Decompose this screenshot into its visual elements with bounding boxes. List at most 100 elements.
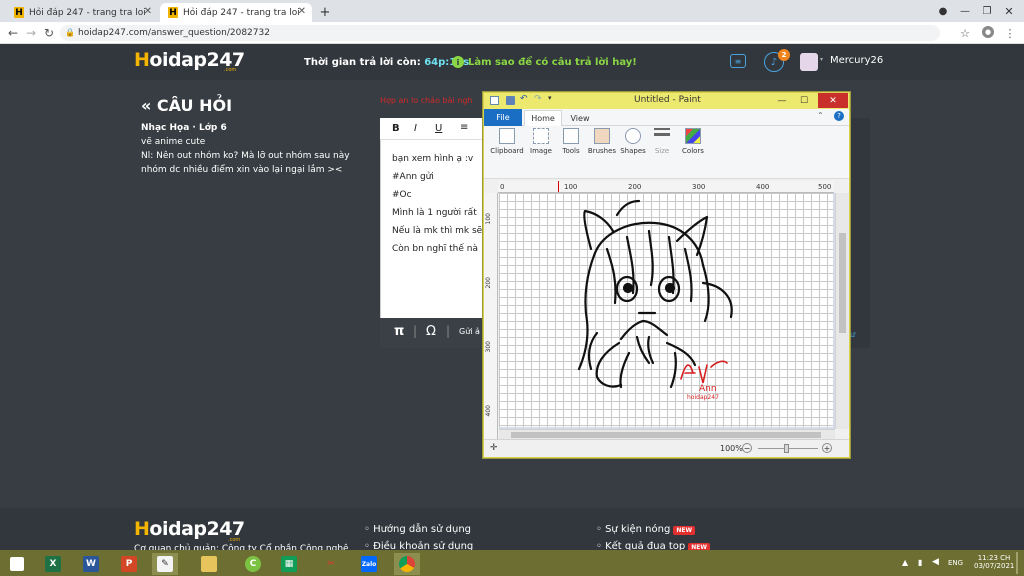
horizontal-scrollbar-thumb[interactable]: [511, 432, 821, 438]
user-avatar[interactable]: [800, 53, 818, 71]
paint-ribbon: Clipboard Image Tools Brushes Shapes Siz…: [484, 126, 849, 179]
keyboard-language[interactable]: ENG: [948, 559, 963, 567]
paint-icon: ✎: [157, 556, 173, 572]
new-tab-button[interactable]: +: [316, 4, 334, 20]
send-answer-label[interactable]: Gửi ả: [459, 327, 480, 336]
save-icon[interactable]: [506, 96, 515, 105]
paint-home-tab[interactable]: Home: [524, 110, 562, 126]
ribbon-group-size[interactable]: Size: [648, 128, 676, 176]
taskbar-excel[interactable]: X: [40, 553, 66, 575]
taskbar-file-explorer[interactable]: [196, 553, 222, 575]
paint-view-tab[interactable]: View: [562, 110, 598, 126]
clock-time: 11:23 CH: [977, 554, 1011, 562]
footer-link-events[interactable]: ◦ Sự kiện nóng NEW: [596, 524, 696, 535]
taskbar-snipping[interactable]: ✂: [318, 553, 344, 575]
info-icon: i: [452, 56, 464, 68]
bold-button[interactable]: B: [392, 123, 400, 134]
drawing-signature: Ann: [699, 384, 717, 394]
shapes-icon: [625, 128, 641, 144]
restore-window-icon[interactable]: ❐: [980, 3, 994, 19]
browser-tab[interactable]: H Hỏi đáp 247 - trang tra loi ✕: [6, 3, 158, 22]
show-desktop-button[interactable]: [1016, 552, 1018, 574]
account-circle-icon[interactable]: ●: [936, 4, 950, 18]
paint-canvas[interactable]: Ann hoidap247: [499, 193, 833, 427]
menu-kebab-icon[interactable]: ⋮: [1004, 25, 1016, 41]
ribbon-group-clipboard[interactable]: Clipboard: [488, 128, 526, 176]
username[interactable]: Mercury26: [830, 55, 883, 66]
anime-girl-drawing: Ann hoidap247: [577, 199, 733, 401]
chat-icon[interactable]: ≡: [730, 54, 746, 68]
taskbar-word[interactable]: W: [78, 553, 104, 575]
editor-content[interactable]: bạn xem hình ạ :v #Ann gửi #Oc Mình là 1…: [392, 150, 488, 258]
taskbar-app[interactable]: C: [240, 553, 266, 575]
ribbon-group-image[interactable]: Image: [526, 128, 556, 176]
taskbar-clock[interactable]: 11:23 CH 03/07/2021: [974, 554, 1014, 570]
undo-icon[interactable]: ↶: [520, 94, 528, 104]
taskbar-chrome[interactable]: [394, 553, 420, 575]
url-field[interactable]: 🔒 hoidap247.com/answer_question/2082732: [60, 25, 940, 41]
paint-maximize-icon[interactable]: ☐: [794, 94, 814, 107]
quick-access-chevron-icon[interactable]: ▾: [548, 94, 552, 102]
ruler-mark: 300: [485, 341, 492, 353]
clock-date: 03/07/2021: [974, 562, 1015, 570]
ribbon-group-colors[interactable]: Colors: [678, 128, 708, 176]
ribbon-collapse-icon[interactable]: ⌃: [817, 111, 824, 120]
chevron-down-icon[interactable]: ▾: [820, 56, 823, 63]
editor-line: Còn bn nghĩ thế nà: [392, 244, 478, 254]
separator: |: [446, 324, 451, 338]
taskbar-zalo[interactable]: Zalo: [356, 553, 382, 575]
ruler-mark: 100: [564, 183, 578, 191]
forward-arrow-icon[interactable]: →: [24, 25, 38, 41]
address-bar: ← → ↻ 🔒 hoidap247.com/answer_question/20…: [0, 22, 1024, 44]
zoom-out-icon[interactable]: −: [742, 443, 752, 453]
site-favicon: H: [14, 7, 24, 18]
ribbon-group-shapes[interactable]: Shapes: [618, 128, 648, 176]
bookmark-star-icon[interactable]: ☆: [958, 25, 972, 41]
taskbar-paint[interactable]: ✎: [152, 553, 178, 575]
pi-symbol-button[interactable]: π: [394, 324, 404, 339]
site-logo-suffix: .com: [224, 67, 237, 73]
help-link-fragment[interactable]: ư: [850, 330, 855, 339]
zoom-in-icon[interactable]: +: [822, 443, 832, 453]
answer-tip-link[interactable]: i Làm sao để có câu trả lời hay!: [452, 56, 637, 68]
ribbon-group-brushes[interactable]: Brushes: [586, 128, 618, 176]
close-tab-icon[interactable]: ✕: [144, 6, 152, 17]
italic-button[interactable]: I: [414, 123, 417, 134]
footer-link-guide[interactable]: ◦ Hướng dẫn sử dụng: [364, 524, 471, 535]
ruler-mark: 100: [485, 213, 492, 225]
profile-icon[interactable]: ●: [982, 26, 994, 38]
zalo-icon: Zalo: [361, 556, 377, 572]
zoom-slider-handle[interactable]: [784, 444, 789, 453]
question-subject: Nhạc Họa · Lớp 6: [141, 123, 227, 133]
minimize-window-icon[interactable]: —: [958, 3, 972, 19]
taskbar-powerpoint[interactable]: P: [116, 553, 142, 575]
close-tab-icon[interactable]: ✕: [298, 6, 306, 17]
browser-tab-active[interactable]: H Hỏi đáp 247 - trang tra loi ✕: [160, 3, 312, 22]
volume-icon[interactable]: ◀: [932, 557, 939, 567]
network-icon[interactable]: ▮: [918, 558, 922, 567]
taskbar-store[interactable]: ▦: [276, 553, 302, 575]
paint-canvas-area: Ann hoidap247: [499, 193, 835, 429]
underline-button[interactable]: U: [435, 123, 442, 134]
reload-icon[interactable]: ↻: [42, 25, 56, 41]
tray-up-arrow-icon[interactable]: ▲: [902, 558, 908, 567]
redo-icon[interactable]: ↷: [534, 94, 542, 104]
start-button[interactable]: [4, 553, 30, 575]
word-icon: W: [83, 556, 99, 572]
back-arrow-icon[interactable]: ←: [6, 25, 20, 41]
ribbon-group-tools[interactable]: Tools: [556, 128, 586, 176]
tab-title: Hỏi đáp 247 - trang tra loi: [29, 7, 146, 18]
paint-vertical-scrollbar[interactable]: [835, 193, 849, 429]
align-left-icon[interactable]: ≡: [460, 122, 468, 133]
paint-close-icon[interactable]: ✕: [818, 93, 848, 108]
zoom-level: 100%: [720, 444, 743, 453]
close-window-icon[interactable]: ✕: [1002, 3, 1016, 19]
paint-horizontal-scrollbar[interactable]: [499, 429, 835, 439]
vertical-scrollbar-thumb[interactable]: [839, 233, 846, 333]
paint-file-tab[interactable]: File: [484, 109, 522, 126]
paint-help-icon[interactable]: ?: [834, 111, 844, 121]
paint-minimize-icon[interactable]: —: [772, 94, 792, 107]
omega-symbol-button[interactable]: Ω: [426, 324, 436, 339]
back-to-question-link[interactable]: « CÂU HỎI: [141, 96, 232, 115]
ruler-mark: 400: [756, 183, 770, 191]
